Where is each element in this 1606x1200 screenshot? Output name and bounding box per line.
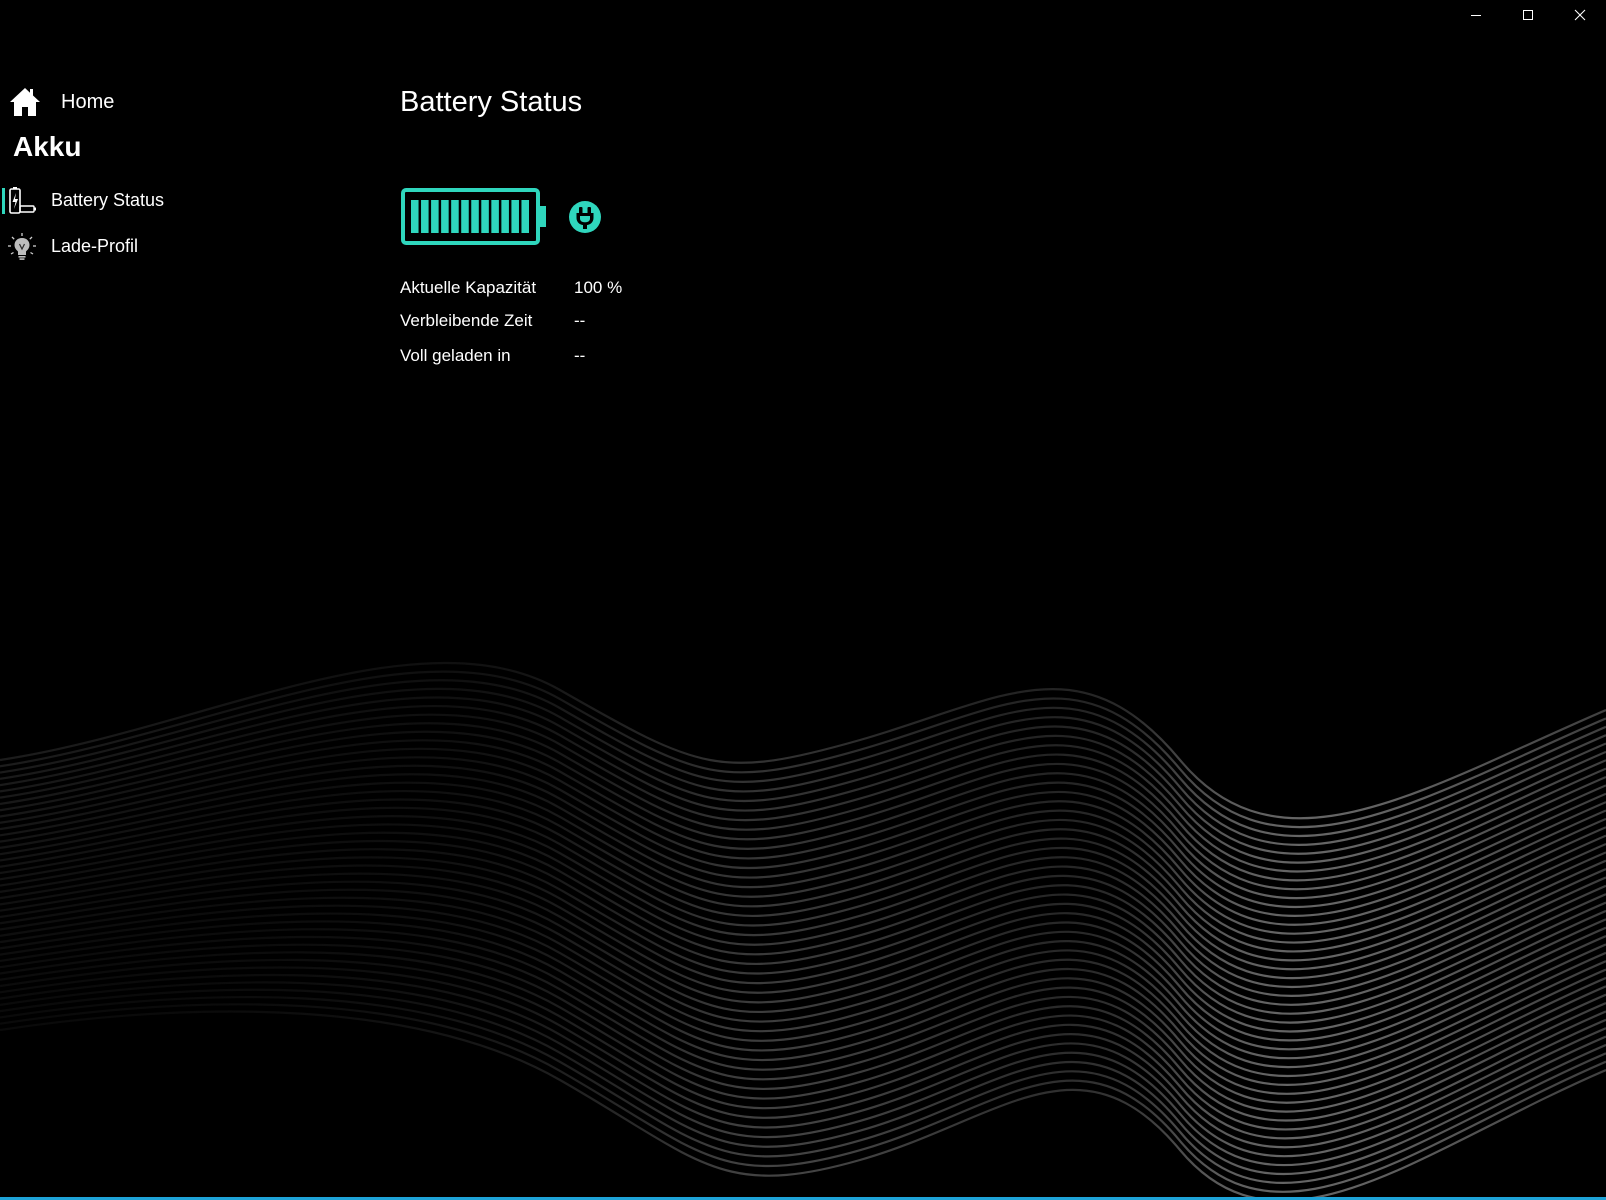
full-charge-time-label: Voll geladen in xyxy=(400,346,511,365)
wave-line xyxy=(0,966,1606,1149)
maximize-icon xyxy=(1523,10,1533,20)
page-title: Battery Status xyxy=(400,86,583,118)
wave-line xyxy=(0,705,1606,864)
wave-line xyxy=(0,806,1606,971)
wave-line xyxy=(0,935,1606,1113)
wave-line xyxy=(0,747,1606,909)
wave-line xyxy=(0,696,1606,855)
wave-line xyxy=(0,848,1606,1015)
full-charge-time-value: -- xyxy=(574,346,586,365)
battery-cell xyxy=(431,200,439,233)
wave-line xyxy=(0,722,1606,882)
close-button[interactable] xyxy=(1554,0,1606,30)
wave-line xyxy=(0,670,1606,829)
wave-line xyxy=(0,764,1606,926)
wave-line xyxy=(0,739,1606,900)
wave-line xyxy=(0,687,1606,846)
capacity-label: Aktuelle Kapazität xyxy=(400,278,537,297)
wave-line xyxy=(0,896,1606,1069)
battery-cell xyxy=(411,200,419,233)
wave-line xyxy=(0,958,1606,1140)
battery-cell xyxy=(451,200,459,233)
battery-cell xyxy=(511,200,519,233)
wave-line xyxy=(0,912,1606,1086)
maximize-button[interactable] xyxy=(1502,0,1554,30)
wave-line xyxy=(0,872,1606,1042)
wave-line xyxy=(0,864,1606,1033)
wave-line xyxy=(0,981,1606,1167)
sidebar-item-battery-status[interactable]: Battery Status xyxy=(0,182,200,220)
home-icon xyxy=(10,88,40,116)
battery-tip xyxy=(538,206,546,227)
battery-cell xyxy=(481,200,489,233)
wave-line xyxy=(0,995,1606,1184)
info-row-capacity: Aktuelle Kapazität 100 % xyxy=(400,278,700,302)
plug-icon xyxy=(569,201,601,233)
selected-indicator xyxy=(2,188,5,214)
lightbulb-icon xyxy=(8,233,36,260)
wave-line xyxy=(0,943,1606,1122)
info-row-remaining-time: Verbleibende Zeit -- xyxy=(400,311,700,335)
wave-line xyxy=(0,951,1606,1131)
battery-charging-icon xyxy=(9,187,36,214)
wave-line xyxy=(0,831,1606,998)
info-row-full-charge-time: Voll geladen in -- xyxy=(400,346,700,370)
section-title: Akku xyxy=(13,131,82,162)
wave-line xyxy=(0,679,1606,838)
remaining-time-label: Verbleibende Zeit xyxy=(400,311,533,330)
wave-line xyxy=(0,781,1606,944)
wave-line xyxy=(0,1010,1606,1200)
wave-line xyxy=(0,920,1606,1095)
wave-line xyxy=(0,815,1606,980)
sidebar-item-label: Battery Status xyxy=(51,190,165,210)
wave-line xyxy=(0,823,1606,989)
wave-line xyxy=(0,730,1606,891)
battery-cell xyxy=(521,200,529,233)
wave-line xyxy=(0,798,1606,962)
sidebar-item-label: Lade-Profil xyxy=(51,236,139,256)
wave-line xyxy=(0,904,1606,1078)
wave-line xyxy=(0,973,1606,1158)
nav-home[interactable]: Home xyxy=(8,84,114,120)
wave-line xyxy=(0,773,1606,935)
capacity-value: 100 % xyxy=(574,278,623,297)
wave-line xyxy=(0,928,1606,1104)
remaining-time-value: -- xyxy=(574,311,586,330)
battery-cell xyxy=(491,200,499,233)
wave-line xyxy=(0,756,1606,918)
battery-cell xyxy=(471,200,479,233)
app-window: Home Akku Battery Status Lade-Profil Bat… xyxy=(0,0,1606,1200)
wave-background xyxy=(0,661,1606,1200)
wave-line xyxy=(0,1003,1606,1193)
wave-line xyxy=(0,888,1606,1060)
battery-cell xyxy=(421,200,429,233)
battery-cell xyxy=(501,200,509,233)
minimize-button[interactable] xyxy=(1450,0,1502,30)
sidebar-item-lade-profil[interactable]: Lade-Profil xyxy=(0,228,200,266)
wave-line xyxy=(0,839,1606,1006)
battery-cell xyxy=(441,200,449,233)
wave-line xyxy=(0,661,1606,820)
minimize-icon xyxy=(1471,15,1481,16)
wave-line xyxy=(0,880,1606,1051)
wave-line xyxy=(0,789,1606,953)
close-icon xyxy=(1574,9,1586,21)
wave-line xyxy=(0,988,1606,1176)
battery-cell xyxy=(461,200,469,233)
wave-line xyxy=(0,713,1606,873)
battery-level-graphic xyxy=(401,188,546,245)
home-label: Home xyxy=(61,90,115,113)
wave-line xyxy=(0,856,1606,1024)
